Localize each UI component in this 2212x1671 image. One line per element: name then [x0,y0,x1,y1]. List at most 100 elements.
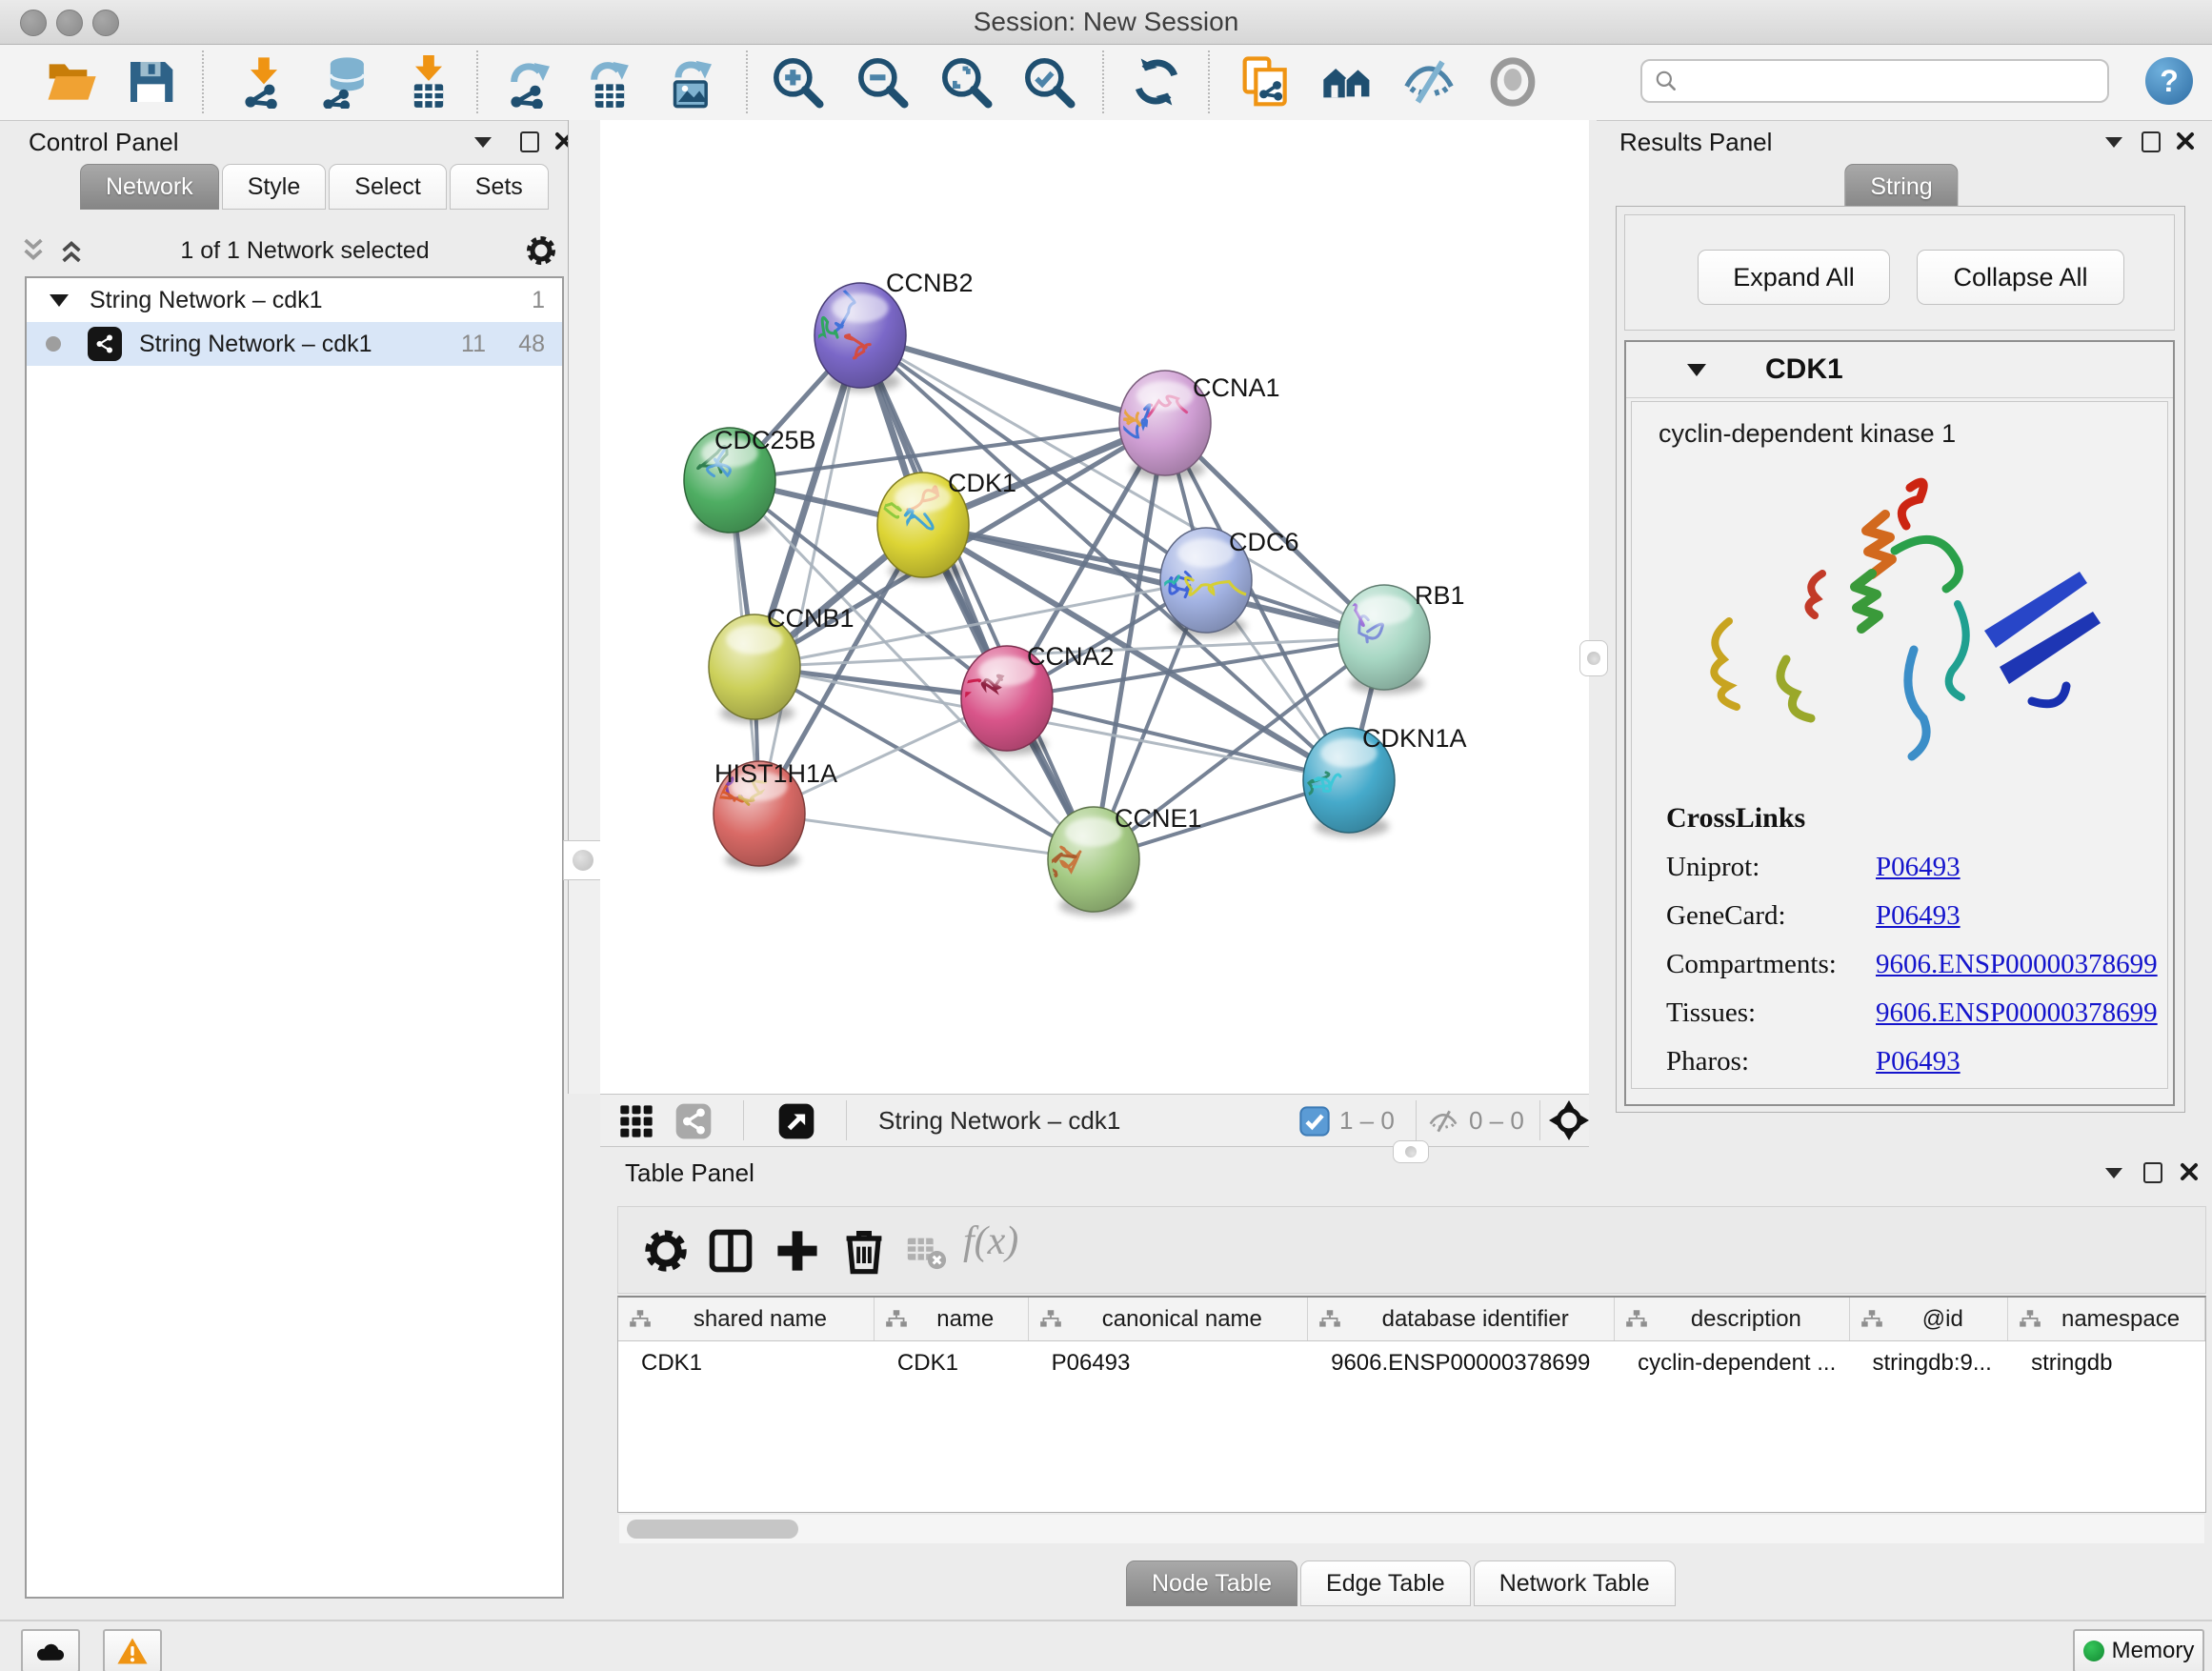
scrollbar-thumb[interactable] [627,1520,798,1539]
create-column-icon[interactable] [773,1226,822,1276]
open-session-icon[interactable] [45,55,98,109]
memory-button[interactable]: Memory [2073,1629,2204,1671]
horizontal-splitter[interactable] [600,1146,2206,1157]
results-splitter[interactable] [1589,120,1597,1094]
table-cell[interactable]: CDK1 [875,1350,1029,1377]
crosslink-row: Uniprot:P06493 [1666,852,2158,883]
node-label-cdkn1a: CDKN1A [1362,724,1467,753]
string-import-icon[interactable] [1240,55,1294,109]
warnings-button[interactable] [103,1629,162,1671]
crosslink-value-link[interactable]: P06493 [1876,1046,1961,1077]
tree-expand-icon[interactable] [50,294,69,307]
node-table[interactable]: shared namenamecanonical namedatabase id… [617,1296,2206,1513]
table-cell[interactable]: 9606.ENSP00000378699 [1308,1350,1615,1377]
crosslink-value-link[interactable]: P06493 [1876,852,1961,883]
tab-edge-table[interactable]: Edge Table [1300,1560,1471,1606]
selected-checkbox-icon[interactable] [1299,1106,1330,1137]
tab-string[interactable]: String [1844,164,1958,210]
delete-column-icon[interactable] [839,1226,889,1276]
import-network-icon[interactable] [237,55,291,109]
network-edge[interactable] [759,335,860,814]
search-input[interactable] [1686,67,2107,96]
panel-close-icon[interactable] [2176,131,2195,151]
zoom-selected-icon[interactable] [1022,55,1076,109]
network-icon [88,327,122,361]
tab-select[interactable]: Select [329,164,446,210]
column-header-canonical-name[interactable]: canonical name [1029,1298,1309,1340]
panel-float-icon[interactable] [520,131,539,152]
panel-menu-icon[interactable] [2105,137,2122,148]
zoom-out-icon[interactable] [855,55,909,109]
expand-all-icon[interactable] [57,236,86,265]
crosslink-row: GeneCard:P06493 [1666,900,2158,932]
tab-network[interactable]: Network [80,164,219,210]
network-collection-row[interactable]: String Network – cdk1 1 [27,278,562,322]
table-cell[interactable]: cyclin-dependent ... [1615,1350,1849,1377]
collapse-all-button[interactable]: Collapse All [1917,250,2124,305]
birdseye-view-icon[interactable] [777,1102,815,1140]
table-horizontal-scrollbar[interactable] [619,1515,2204,1543]
table-settings-gear-icon[interactable] [641,1226,691,1276]
save-session-icon[interactable] [124,55,177,109]
network-edge[interactable] [860,335,1094,859]
table-cell[interactable]: stringdb [2008,1350,2205,1377]
protein-section-header[interactable]: CDK1 [1626,342,2173,398]
crosslink-value-link[interactable]: P06493 [1876,900,1961,932]
string-network-graph[interactable]: CCNB2CCNA1CDC25BCDK1CDC6RB1CCNB1CCNA2CDK… [600,120,1589,1094]
panel-close-icon[interactable] [2180,1162,2199,1181]
toolbar-separator [743,1100,744,1140]
home-networks-icon[interactable] [1321,55,1375,109]
table-cell[interactable]: CDK1 [618,1350,875,1377]
network-edge[interactable] [759,814,1094,859]
import-table-icon[interactable] [402,55,455,109]
tab-node-table[interactable]: Node Table [1126,1560,1297,1606]
panel-float-icon[interactable] [2142,131,2161,152]
crosslink-label: Pharos: [1666,1046,1876,1077]
show-graphics-icon[interactable] [1486,55,1539,109]
node-label-ccne1: CCNE1 [1115,804,1202,833]
crosslink-value-link[interactable]: 9606.ENSP00000378699 [1876,949,2158,980]
expand-all-button[interactable]: Expand All [1698,250,1890,305]
zoom-in-icon[interactable] [771,55,824,109]
help-button[interactable]: ? [2145,57,2193,105]
table-row[interactable]: CDK1CDK1P064939606.ENSP00000378699cyclin… [618,1341,2205,1385]
network-view-icon[interactable] [674,1102,713,1140]
column-header--id[interactable]: @id [1850,1298,2009,1340]
network-row[interactable]: String Network – cdk1 11 48 [27,322,562,366]
column-header-database-identifier[interactable]: database identifier [1308,1298,1615,1340]
vertical-splitter[interactable] [568,120,601,1094]
column-header-namespace[interactable]: namespace [2008,1298,2205,1340]
network-view-canvas[interactable]: CCNB2CCNA1CDC25BCDK1CDC6RB1CCNB1CCNA2CDK… [600,120,1589,1094]
column-header-shared-name[interactable]: shared name [618,1298,875,1340]
export-network-icon[interactable] [503,55,556,109]
table-cell[interactable]: stringdb:9... [1849,1350,2008,1377]
table-cell[interactable]: P06493 [1029,1350,1309,1377]
fit-selected-icon[interactable] [1549,1100,1589,1140]
tab-style[interactable]: Style [222,164,327,210]
grid-view-icon[interactable] [617,1102,655,1140]
export-image-icon[interactable] [665,55,718,109]
toolbar-separator [476,50,478,113]
zoom-fit-icon[interactable] [939,55,993,109]
cloud-button[interactable] [21,1629,80,1671]
collapse-all-icon[interactable] [19,236,48,265]
panel-menu-icon[interactable] [474,137,492,148]
function-builder-icon: f(x) [963,1218,1049,1268]
search-field[interactable] [1640,59,2109,103]
tab-sets[interactable]: Sets [450,164,549,210]
tab-network-table[interactable]: Network Table [1474,1560,1676,1606]
gear-icon[interactable] [524,233,558,268]
import-network-from-database-icon[interactable] [318,55,372,109]
splitter-handle[interactable] [563,840,603,880]
show-column-icon[interactable] [706,1226,755,1276]
refresh-icon[interactable] [1130,55,1183,109]
memory-status-icon [2083,1641,2104,1661]
column-header-description[interactable]: description [1615,1298,1849,1340]
panel-menu-icon[interactable] [2105,1168,2122,1178]
column-header-name[interactable]: name [875,1298,1029,1340]
crosslink-value-link[interactable]: 9606.ENSP00000378699 [1876,997,2158,1029]
section-collapse-icon[interactable] [1687,364,1706,376]
panel-float-icon[interactable] [2143,1162,2162,1183]
export-table-icon[interactable] [583,55,636,109]
hide-unhide-icon[interactable] [1402,55,1456,109]
